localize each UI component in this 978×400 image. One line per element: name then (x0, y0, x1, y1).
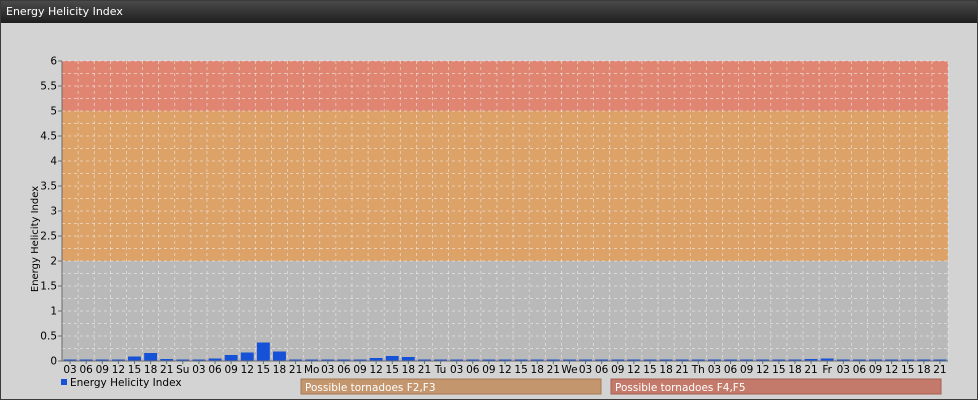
y-tick-label: 1.5 (40, 281, 57, 293)
x-tick-label: 18 (531, 364, 544, 376)
x-tick-label: 03 (450, 364, 463, 376)
bar (144, 353, 158, 361)
y-tick-label: 4.5 (40, 131, 57, 143)
bar (224, 355, 238, 361)
x-tick-label: 06 (337, 364, 351, 376)
x-tick-label: 15 (128, 364, 141, 376)
x-tick-label: Su (176, 364, 189, 376)
y-tick-label: 0 (50, 356, 57, 368)
x-tick-label: 12 (241, 364, 254, 376)
x-tick-label: 06 (853, 364, 867, 376)
x-tick-label: Tu (434, 364, 446, 376)
ehi-chart: 00.511.522.533.544.555.5603 06 09 12 15 18 21 S… (30, 56, 949, 395)
x-tick-label: 03 (708, 364, 721, 376)
x-tick-label: Th (691, 364, 705, 376)
x-tick-label: 06 (466, 364, 480, 376)
x-tick-label: 15 (901, 364, 914, 376)
x-tick-label: 09 (224, 364, 237, 376)
x-tick-label: 06 (724, 364, 738, 376)
x-tick-label: 18 (273, 364, 286, 376)
x-tick-label: 03 (579, 364, 592, 376)
y-tick-label: 2.5 (40, 231, 57, 243)
y-axis-label: Energy Helicity Index (30, 186, 41, 292)
legend-series-label: Energy Helicity Index (70, 377, 182, 389)
x-tick-label: 03 (63, 364, 76, 376)
legend-zone-f2f3-label: Possible tornadoes F2,F3 (305, 382, 436, 394)
y-tick-label: 5.5 (40, 81, 57, 93)
x-tick-label: 15 (772, 364, 785, 376)
y-tick-label: 3 (50, 206, 57, 218)
x-tick-label: 21 (933, 364, 946, 376)
x-tick-label: 21 (160, 364, 173, 376)
x-tick-label: 15 (514, 364, 527, 376)
bar (385, 356, 399, 361)
x-tick-label: 09 (96, 364, 109, 376)
x-tick-label: 09 (740, 364, 753, 376)
x-tick-label: 12 (885, 364, 898, 376)
legend-zone-f4f5-label: Possible tornadoes F4,F5 (615, 382, 746, 394)
x-tick-label: 18 (917, 364, 930, 376)
bar (256, 342, 270, 361)
x-tick-label: 09 (611, 364, 624, 376)
y-tick-label: 1 (50, 306, 57, 318)
x-tick-label: 18 (144, 364, 157, 376)
x-tick-label: 03 (837, 364, 850, 376)
x-tick-label: 18 (659, 364, 672, 376)
x-tick-label: 03 (321, 364, 334, 376)
x-tick-label: 06 (79, 364, 93, 376)
x-tick-label: 18 (402, 364, 415, 376)
x-tick-label: Fr (822, 364, 832, 376)
chart-window: Energy Helicity Index 0 0.5 1 1.5 2 2.5 3 3.5 4 4… (0, 0, 978, 400)
bar (401, 357, 415, 361)
x-tick-label: 12 (627, 364, 640, 376)
y-tick-label: 3.5 (40, 181, 57, 193)
y-tick-label: 6 (50, 56, 57, 68)
y-tick-label: 0.5 (40, 331, 57, 343)
y-tick-label: 5 (50, 106, 57, 118)
x-tick-label: 15 (386, 364, 399, 376)
x-tick-label: 15 (257, 364, 270, 376)
x-tick-label: 18 (788, 364, 801, 376)
x-tick-label: 12 (369, 364, 382, 376)
x-tick-label: 15 (643, 364, 656, 376)
bar (240, 352, 254, 361)
y-tick-label: 4 (50, 156, 57, 168)
x-tick-label: 12 (498, 364, 511, 376)
x-tick-label: 03 (192, 364, 205, 376)
x-tick-label: 21 (418, 364, 431, 376)
x-tick-label: 12 (112, 364, 125, 376)
x-tick-label: 09 (869, 364, 882, 376)
bar (273, 351, 286, 361)
x-tick-label: 21 (547, 364, 560, 376)
x-tick-label: 09 (353, 364, 366, 376)
window-title: Energy Helicity Index (1, 1, 977, 23)
x-tick-label: 06 (208, 364, 222, 376)
x-tick-label: 21 (676, 364, 689, 376)
x-tick-label: Mo (304, 364, 319, 376)
legend: Energy Helicity Index Possible tornadoes… (61, 377, 942, 395)
bar (128, 356, 141, 361)
x-tick-label: 09 (482, 364, 495, 376)
x-tick-label: 21 (804, 364, 817, 376)
legend-series-marker (61, 379, 67, 385)
x-tick-label: 21 (289, 364, 302, 376)
x-tick-label: We (561, 364, 577, 376)
x-tick-label: 12 (756, 364, 769, 376)
y-tick-label: 2 (50, 256, 57, 268)
x-tick-label: 06 (595, 364, 609, 376)
